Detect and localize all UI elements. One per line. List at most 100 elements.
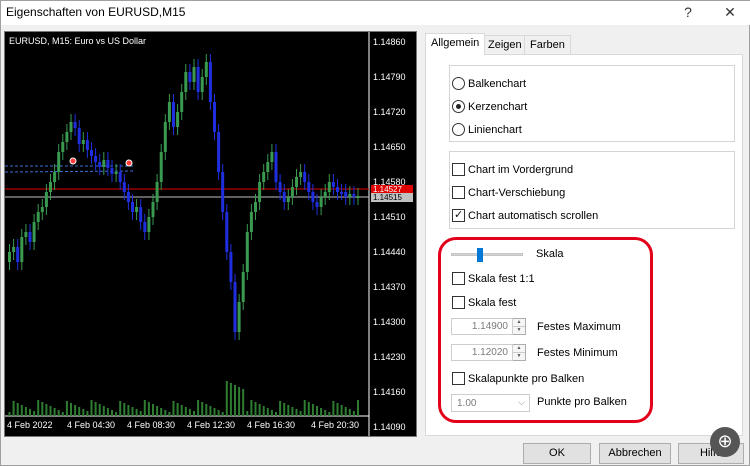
scale-slider[interactable] bbox=[451, 248, 523, 262]
candle-body bbox=[208, 62, 212, 102]
candle-body bbox=[233, 282, 237, 332]
checkbox-scale-fixed[interactable]: Skala fest bbox=[452, 296, 516, 309]
price-axis-label: 1.14230 bbox=[373, 352, 406, 362]
time-axis-label: 4 Feb 04:30 bbox=[67, 420, 116, 430]
volume-bar bbox=[49, 406, 52, 416]
checkbox-chart-shift-label: Chart-Verschiebung bbox=[468, 186, 566, 199]
candle-body bbox=[131, 202, 134, 212]
radio-linienchart[interactable]: Linienchart bbox=[452, 123, 522, 136]
spin-up-icon[interactable]: ▲ bbox=[513, 319, 525, 326]
title-bar: Eigenschaften von EURUSD,M15 ? ✕ bbox=[1, 1, 750, 25]
volume-bar bbox=[143, 400, 146, 416]
candle-body bbox=[44, 192, 48, 207]
volume-bar bbox=[316, 406, 318, 416]
radio-linienchart-circle[interactable] bbox=[452, 123, 465, 136]
volume-bar bbox=[152, 404, 154, 416]
volume-bar bbox=[197, 400, 200, 416]
candle-body bbox=[53, 172, 57, 182]
candle-body bbox=[28, 232, 32, 242]
volume-bar bbox=[16, 403, 19, 416]
volume-bar bbox=[258, 404, 261, 416]
volume-bar bbox=[291, 407, 294, 416]
candle-body bbox=[135, 207, 139, 212]
checkbox-autoscroll-box[interactable] bbox=[452, 208, 465, 222]
tab-zeigen[interactable]: Zeigen bbox=[482, 35, 528, 54]
tab-farben[interactable]: Farben bbox=[524, 35, 571, 54]
volume-bar bbox=[45, 404, 48, 416]
spin-down-icon[interactable]: ▼ bbox=[513, 326, 525, 334]
time-axis-label: 4 Feb 2022 bbox=[7, 420, 53, 430]
checkbox-points-per-bar[interactable]: Skalapunkte pro Balken bbox=[452, 372, 584, 385]
volume-bar bbox=[102, 406, 105, 416]
candle-body bbox=[348, 194, 352, 197]
checkbox-points-per-bar-box[interactable] bbox=[452, 372, 465, 385]
volume-bar bbox=[119, 401, 122, 416]
volume-bar bbox=[65, 401, 68, 416]
candle-body bbox=[274, 152, 278, 182]
volume-bar bbox=[357, 400, 359, 416]
checkbox-scale-fixed-1-1[interactable]: Skala fest 1:1 bbox=[452, 272, 535, 285]
candle-body bbox=[327, 182, 331, 192]
checkbox-chart-foreground-label: Chart im Vordergrund bbox=[468, 163, 574, 176]
candle-body bbox=[204, 62, 208, 77]
candle-body bbox=[102, 160, 106, 167]
fixed-min-spin-buttons[interactable]: ▲ ▼ bbox=[513, 344, 526, 361]
volume-bar bbox=[348, 409, 351, 416]
fixed-max-spin-buttons[interactable]: ▲ ▼ bbox=[513, 318, 526, 335]
candle-body bbox=[249, 212, 253, 232]
volume-bar bbox=[41, 402, 44, 416]
volume-bar bbox=[82, 409, 85, 416]
zoom-icon[interactable]: ⊕ bbox=[710, 427, 740, 457]
volume-bar bbox=[135, 409, 138, 416]
checkbox-autoscroll[interactable]: Chart automatisch scrollen bbox=[452, 208, 598, 222]
chevron-down-icon[interactable]: ⌵ bbox=[518, 397, 525, 408]
candle-body bbox=[20, 237, 24, 262]
checkbox-chart-shift-box[interactable] bbox=[452, 186, 465, 199]
candle-body bbox=[270, 152, 274, 162]
checkbox-chart-foreground-box[interactable] bbox=[452, 163, 465, 176]
points-per-bar-select[interactable]: 1.00 ⌵ bbox=[451, 394, 530, 412]
volume-bar bbox=[29, 409, 31, 416]
cancel-button[interactable]: Abbrechen bbox=[599, 443, 671, 464]
radio-kerzenchart-label: Kerzenchart bbox=[468, 100, 528, 113]
candle-body bbox=[290, 187, 294, 197]
trade-line bbox=[5, 170, 136, 173]
price-axis-label: 1.14650 bbox=[373, 142, 406, 152]
volume-bar bbox=[184, 407, 187, 416]
checkbox-chart-foreground[interactable]: Chart im Vordergrund bbox=[452, 163, 573, 176]
fixed-min-label: Festes Minimum bbox=[537, 347, 618, 359]
fixed-min-stepper[interactable]: 1.12020 ▲ ▼ bbox=[451, 344, 526, 361]
ok-button[interactable]: OK bbox=[523, 443, 591, 464]
spin-down-icon[interactable]: ▼ bbox=[513, 352, 525, 360]
candle-body bbox=[258, 182, 262, 202]
fixed-min-input[interactable]: 1.12020 bbox=[451, 344, 513, 361]
fixed-max-label: Festes Maximum bbox=[537, 321, 621, 333]
checkbox-scale-fixed-1-1-label: Skala fest 1:1 bbox=[468, 272, 535, 285]
volume-bar bbox=[188, 409, 191, 416]
fixed-max-input[interactable]: 1.14900 bbox=[451, 318, 513, 335]
candle-body bbox=[81, 140, 85, 144]
candle-body bbox=[57, 152, 61, 172]
help-icon[interactable]: ? bbox=[677, 2, 699, 22]
volume-bar bbox=[311, 404, 314, 416]
radio-kerzenchart[interactable]: Kerzenchart bbox=[452, 100, 527, 113]
radio-balkenchart[interactable]: Balkenchart bbox=[452, 77, 526, 90]
scale-slider-thumb[interactable] bbox=[477, 248, 483, 262]
volume-bar bbox=[270, 410, 273, 416]
volume-bar bbox=[238, 387, 241, 416]
checkbox-chart-shift[interactable]: Chart-Verschiebung bbox=[452, 186, 565, 199]
close-icon[interactable]: ✕ bbox=[719, 2, 741, 22]
volume-bar bbox=[53, 408, 56, 416]
radio-kerzenchart-circle[interactable] bbox=[452, 100, 465, 113]
volume-bar bbox=[242, 389, 245, 416]
volume-bar bbox=[217, 410, 220, 416]
candle-body bbox=[262, 172, 266, 182]
checkbox-scale-fixed-box[interactable] bbox=[452, 296, 465, 309]
fixed-max-stepper[interactable]: 1.14900 ▲ ▼ bbox=[451, 318, 526, 335]
candle-body bbox=[16, 247, 20, 262]
checkbox-scale-fixed-1-1-box[interactable] bbox=[452, 272, 465, 285]
price-axis-label: 1.14860 bbox=[373, 37, 406, 47]
radio-balkenchart-circle[interactable] bbox=[452, 77, 465, 90]
tab-allgemein[interactable]: Allgemein bbox=[425, 33, 486, 55]
spin-up-icon[interactable]: ▲ bbox=[513, 345, 525, 352]
